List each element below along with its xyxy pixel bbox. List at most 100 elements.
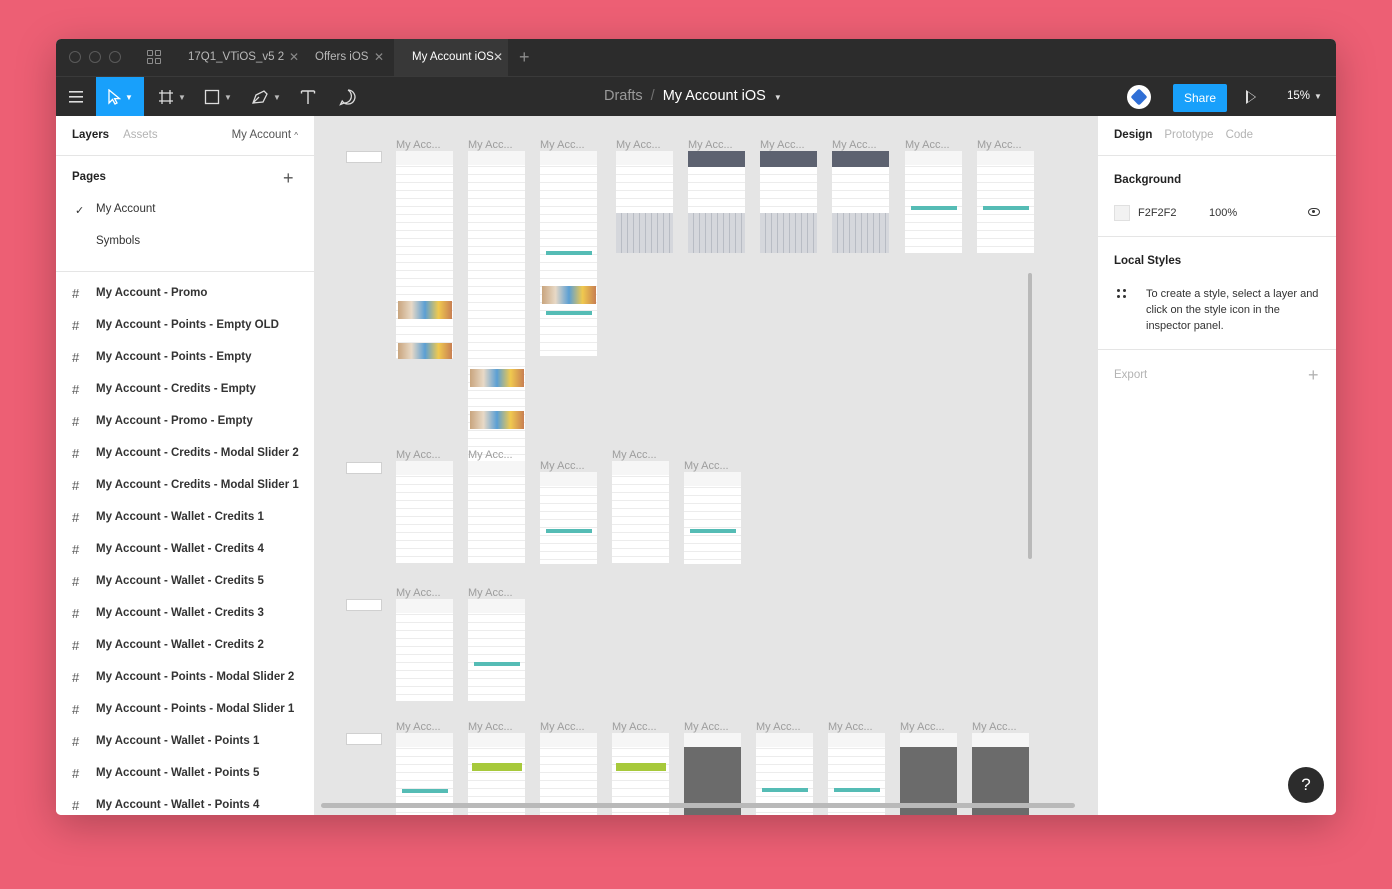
- move-tool-button[interactable]: ▼: [96, 77, 144, 117]
- shape-tool-button[interactable]: ▼: [200, 77, 236, 117]
- artboard-frame[interactable]: My Acc...: [468, 139, 525, 468]
- close-icon[interactable]: ✕: [374, 39, 384, 76]
- background-color-swatch[interactable]: [1114, 205, 1130, 221]
- layer-item[interactable]: # My Account - Wallet - Points 1: [72, 725, 314, 757]
- layer-item[interactable]: # My Account - Promo: [72, 277, 314, 309]
- tab-my-account-ios[interactable]: My Account iOS: [394, 39, 508, 76]
- page-item-my-account[interactable]: My Account: [96, 203, 155, 215]
- menu-icon[interactable]: [64, 77, 88, 117]
- artboard-title[interactable]: My Acc...: [468, 587, 513, 599]
- close-window-button[interactable]: [69, 51, 81, 63]
- artboard-title[interactable]: My Acc...: [540, 460, 585, 472]
- artboard-frame[interactable]: My Acc...: [468, 587, 525, 701]
- artboard-title[interactable]: My Acc...: [540, 721, 585, 733]
- artboard-frame[interactable]: My Acc...: [684, 460, 741, 564]
- vertical-scrollbar[interactable]: [1028, 273, 1032, 559]
- background-hex-field[interactable]: F2F2F2: [1138, 207, 1177, 219]
- file-title[interactable]: My Account iOS: [663, 88, 766, 104]
- artboard-title[interactable]: My Acc...: [977, 139, 1022, 151]
- artboard-title[interactable]: My Acc...: [905, 139, 950, 151]
- layer-item[interactable]: # My Account - Points - Empty OLD: [72, 309, 314, 341]
- tab-design[interactable]: Design: [1114, 129, 1152, 141]
- play-icon[interactable]: [1246, 90, 1256, 104]
- artboard-frame[interactable]: My Acc...: [468, 449, 525, 563]
- tab-17q1-vtios[interactable]: 17Q1_VTiOS_v5 2: [170, 39, 289, 76]
- artboard-frame[interactable]: My Acc...: [396, 587, 453, 701]
- artboard-frame[interactable]: My Acc...: [616, 139, 673, 253]
- section-label[interactable]: [346, 733, 382, 745]
- pen-tool-button[interactable]: ▼: [248, 77, 284, 117]
- artboard-frame[interactable]: My Acc...: [688, 139, 745, 253]
- layer-item[interactable]: # My Account - Credits - Modal Slider 2: [72, 437, 314, 469]
- add-export-button[interactable]: +: [1308, 366, 1319, 384]
- artboard-frame[interactable]: My Acc...: [540, 139, 597, 356]
- artboard-frame[interactable]: My Acc...: [396, 139, 453, 359]
- background-opacity-field[interactable]: 100%: [1209, 207, 1237, 219]
- canvas[interactable]: My Acc... My Acc... My Acc... My Acc... My A…: [315, 116, 1097, 815]
- close-icon[interactable]: ✕: [493, 39, 503, 76]
- artboard-title[interactable]: My Acc...: [828, 721, 873, 733]
- artboard-frame[interactable]: My Acc...: [977, 139, 1034, 253]
- zoom-dropdown[interactable]: 15% ▼: [1287, 90, 1322, 102]
- artboard-title[interactable]: My Acc...: [396, 721, 441, 733]
- layer-item[interactable]: # My Account - Points - Modal Slider 2: [72, 661, 314, 693]
- layer-item[interactable]: # My Account - Wallet - Points 4: [72, 789, 314, 815]
- layer-item[interactable]: # My Account - Points - Modal Slider 1: [72, 693, 314, 725]
- tab-prototype[interactable]: Prototype: [1164, 129, 1213, 141]
- artboard-frame[interactable]: My Acc...: [540, 460, 597, 564]
- tab-assets[interactable]: Assets: [123, 129, 158, 141]
- artboard-frame[interactable]: My Acc...: [905, 139, 962, 253]
- layer-item[interactable]: # My Account - Wallet - Credits 3: [72, 597, 314, 629]
- section-label[interactable]: [346, 599, 382, 611]
- help-button[interactable]: ?: [1288, 767, 1324, 803]
- artboard-frame[interactable]: My Acc...: [832, 139, 889, 253]
- artboard-title[interactable]: My Acc...: [832, 139, 877, 151]
- artboard-frame[interactable]: My Acc...: [760, 139, 817, 253]
- artboard-title[interactable]: My Acc...: [468, 449, 513, 461]
- style-icon[interactable]: [1117, 289, 1127, 299]
- artboard-title[interactable]: My Acc...: [756, 721, 801, 733]
- artboard-title[interactable]: My Acc...: [396, 587, 441, 599]
- chevron-down-icon[interactable]: ▼: [774, 93, 782, 102]
- artboard-title[interactable]: My Acc...: [900, 721, 945, 733]
- tab-code[interactable]: Code: [1226, 129, 1254, 141]
- artboard-title[interactable]: My Acc...: [396, 139, 441, 151]
- artboard-title[interactable]: My Acc...: [688, 139, 733, 151]
- page-select[interactable]: My Account ^: [232, 129, 298, 141]
- artboard-title[interactable]: My Acc...: [684, 721, 729, 733]
- comment-tool-button[interactable]: [336, 77, 360, 117]
- artboard-title[interactable]: My Acc...: [616, 139, 661, 151]
- text-tool-button[interactable]: [296, 77, 320, 117]
- tab-layers[interactable]: Layers: [72, 129, 109, 141]
- layer-item[interactable]: # My Account - Wallet - Credits 5: [72, 565, 314, 597]
- section-label[interactable]: [346, 462, 382, 474]
- breadcrumb-parent[interactable]: Drafts: [604, 88, 643, 104]
- artboard-title[interactable]: My Acc...: [540, 139, 585, 151]
- eye-icon[interactable]: [1308, 208, 1320, 216]
- add-page-button[interactable]: +: [283, 169, 294, 187]
- horizontal-scrollbar[interactable]: [321, 803, 1075, 808]
- artboard-title[interactable]: My Acc...: [684, 460, 729, 472]
- artboard-title[interactable]: My Acc...: [612, 449, 657, 461]
- section-label[interactable]: [346, 151, 382, 163]
- avatar[interactable]: [1127, 85, 1151, 109]
- minimize-window-button[interactable]: [89, 51, 101, 63]
- artboard-title[interactable]: My Acc...: [468, 139, 513, 151]
- artboard-frame[interactable]: My Acc...: [612, 449, 669, 563]
- layer-item[interactable]: # My Account - Wallet - Credits 4: [72, 533, 314, 565]
- new-tab-button[interactable]: +: [519, 47, 530, 68]
- layer-item[interactable]: # My Account - Credits - Empty: [72, 373, 314, 405]
- frame-tool-button[interactable]: ▼: [154, 77, 190, 117]
- layer-item[interactable]: # My Account - Wallet - Credits 2: [72, 629, 314, 661]
- layer-item[interactable]: # My Account - Wallet - Credits 1: [72, 501, 314, 533]
- layer-item[interactable]: # My Account - Points - Empty: [72, 341, 314, 373]
- layer-item[interactable]: # My Account - Credits - Modal Slider 1: [72, 469, 314, 501]
- artboard-title[interactable]: My Acc...: [468, 721, 513, 733]
- artboard-title[interactable]: My Acc...: [396, 449, 441, 461]
- maximize-window-button[interactable]: [109, 51, 121, 63]
- layer-item[interactable]: # My Account - Wallet - Points 5: [72, 757, 314, 789]
- artboard-title[interactable]: My Acc...: [612, 721, 657, 733]
- share-button[interactable]: Share: [1173, 84, 1227, 112]
- artboard-title[interactable]: My Acc...: [972, 721, 1017, 733]
- page-item-symbols[interactable]: Symbols: [96, 235, 140, 247]
